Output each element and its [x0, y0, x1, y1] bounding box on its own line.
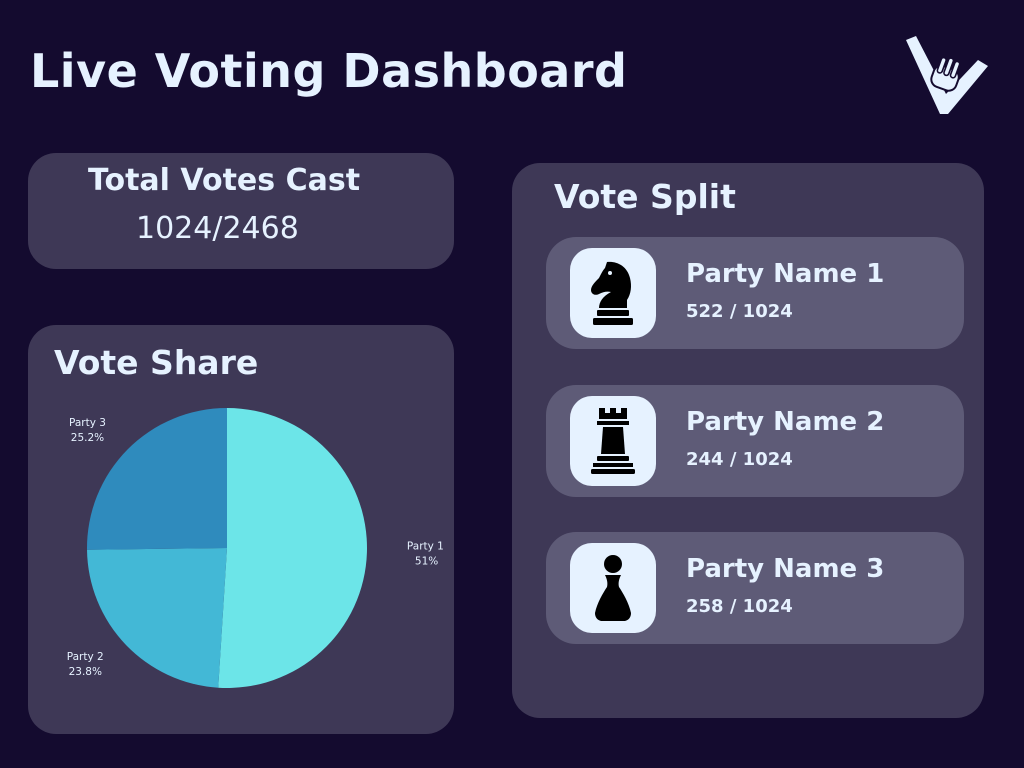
- vote-share-card: Vote Share Party 1 51% Party 2 23.8% Party 3…: [28, 325, 454, 734]
- pie-label-name-3: Party 3: [69, 417, 106, 429]
- chess-pawn-icon: [595, 555, 631, 621]
- party-vote-count: 522 / 1024: [686, 301, 793, 322]
- page-title: Live Voting Dashboard: [30, 44, 628, 98]
- pie-label-name-2: Party 2: [67, 651, 104, 663]
- vote-share-pie-chart: Party 1 51% Party 2 23.8% Party 3 25.2%: [67, 408, 444, 688]
- pie-slice-2: [87, 548, 228, 688]
- pie-label-pct-2: 23.8%: [69, 666, 102, 678]
- vote-split-heading: Vote Split: [554, 177, 736, 216]
- party-vote-count: 258 / 1024: [686, 596, 793, 617]
- v-logo-icon: [906, 36, 988, 114]
- party-card-1[interactable]: Party Name 1 522 / 1024: [546, 237, 964, 349]
- party-name: Party Name 1: [686, 259, 885, 289]
- party-icon-box: [570, 396, 656, 486]
- pie-label-pct-1: 51%: [415, 555, 438, 567]
- pie-slice-3: [87, 408, 227, 550]
- party-vote-count: 244 / 1024: [686, 449, 793, 470]
- party-name: Party Name 3: [686, 554, 885, 584]
- party-card-2[interactable]: Party Name 2 244 / 1024: [546, 385, 964, 497]
- total-votes-value: 1024/2468: [136, 211, 299, 246]
- vote-split-card: Vote Split Party Name 1 522 / 1024 Party…: [512, 163, 984, 718]
- party-card-3[interactable]: Party Name 3 258 / 1024: [546, 532, 964, 644]
- total-votes-label: Total Votes Cast: [88, 163, 361, 198]
- pie-slice-1: [218, 408, 367, 688]
- party-icon-box: [570, 543, 656, 633]
- party-icon-box: [570, 248, 656, 338]
- dashboard-page: Live Voting Dashboard Total Votes Cast 1…: [0, 0, 1024, 768]
- total-votes-card: Total Votes Cast 1024/2468: [28, 153, 454, 269]
- chess-rook-icon: [591, 408, 635, 474]
- chess-knight-icon: [591, 261, 633, 325]
- pie-label-name-1: Party 1: [407, 540, 444, 552]
- party-name: Party Name 2: [686, 407, 885, 437]
- pie-label-pct-3: 25.2%: [71, 432, 104, 444]
